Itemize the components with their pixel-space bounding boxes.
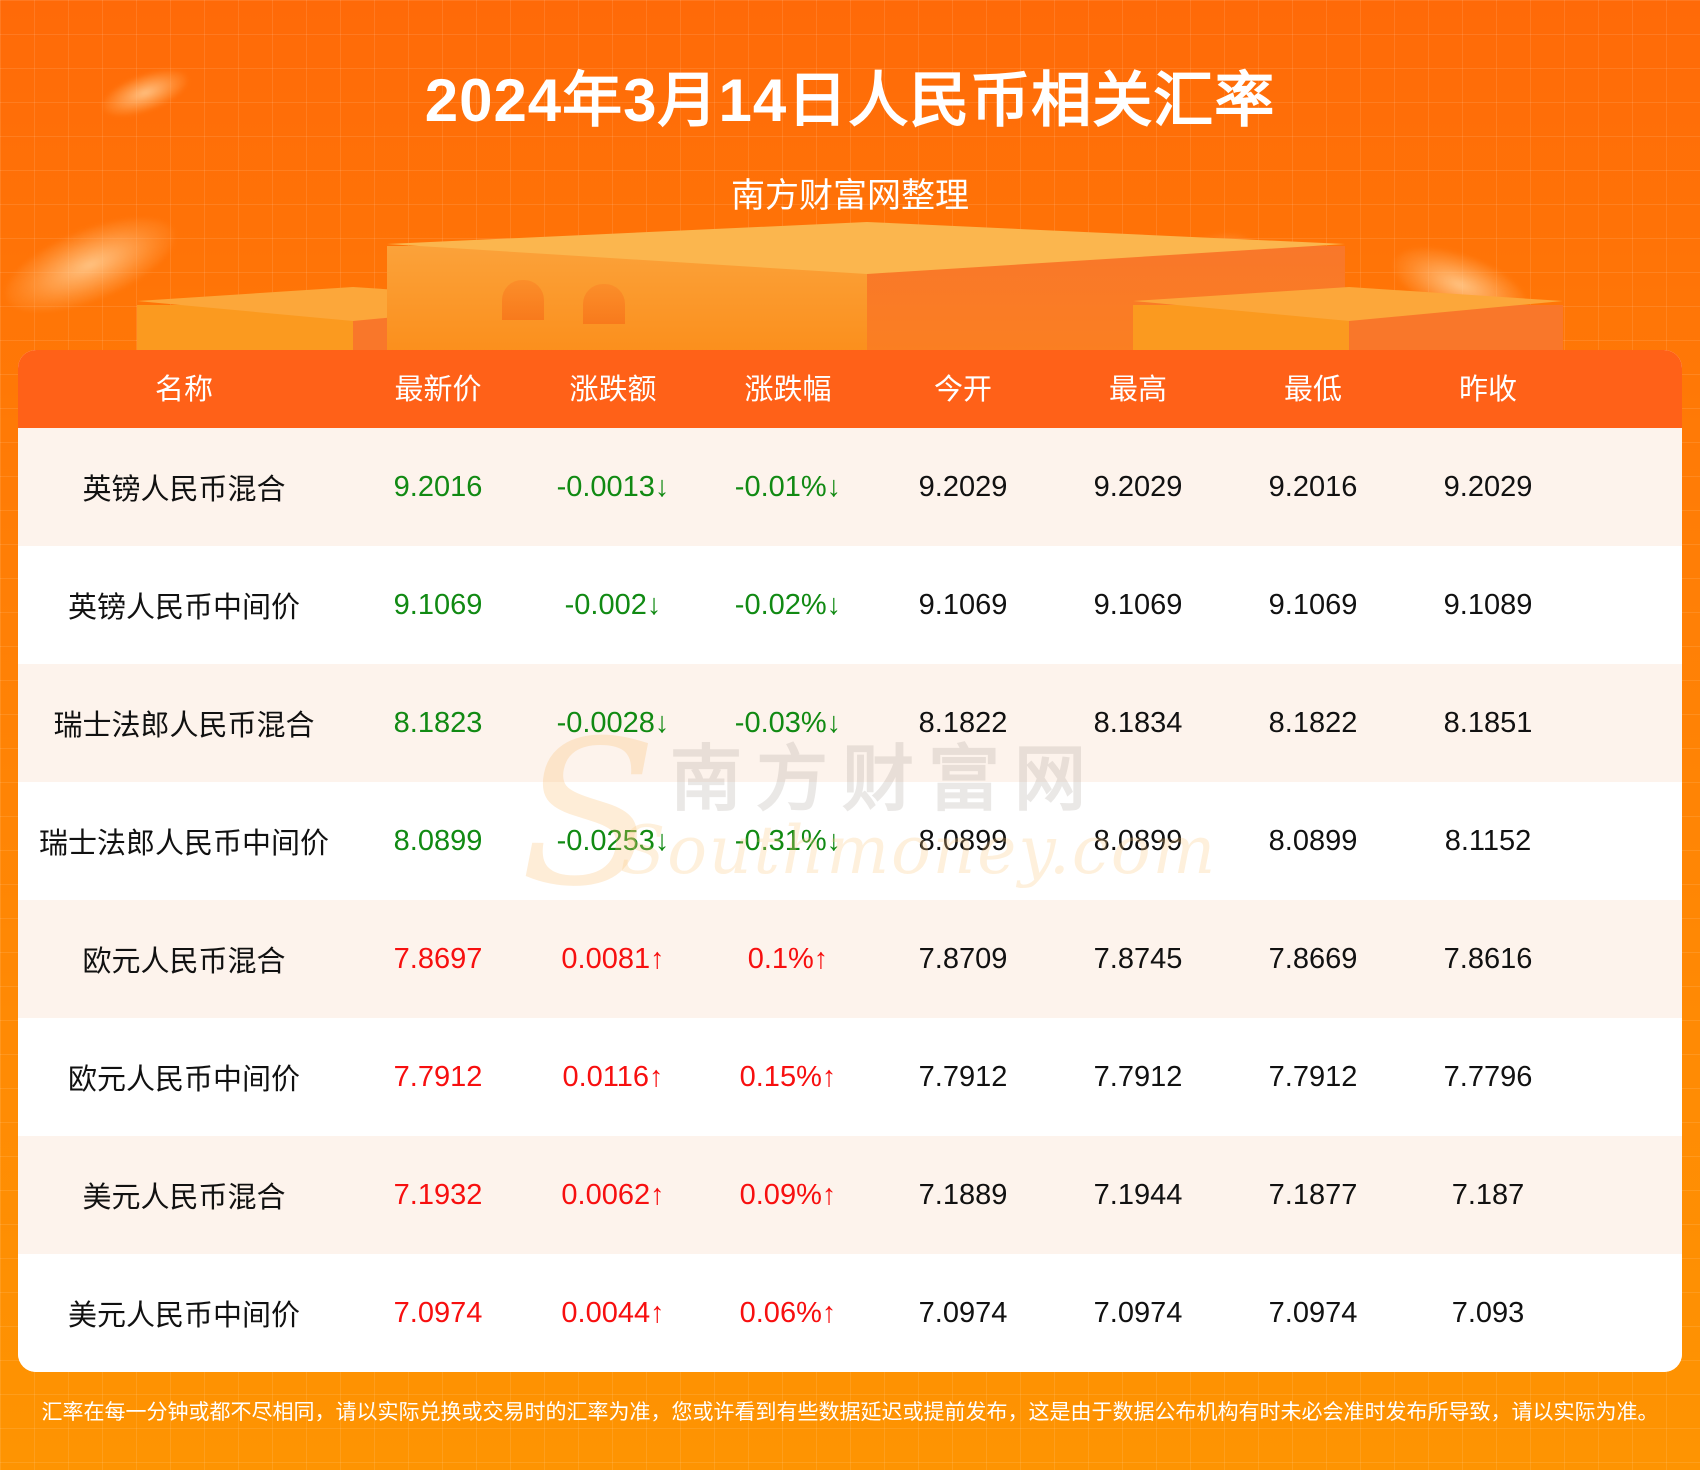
cell-change-pct: -0.03%↓ [734, 706, 842, 739]
cell-latest: 9.2016 [393, 470, 483, 503]
cell-open: 7.7912 [918, 1060, 1008, 1093]
table-row: 欧元人民币混合 7.8697 0.0081↑ 0.1%↑ 7.8709 7.8745 7.8… [18, 900, 1682, 1018]
cell-change: 0.0081↑ [561, 942, 665, 975]
exchange-rate-table: 名称 最新价 涨跌额 涨跌幅 今开 最高 最低 昨收 英镑人民币混合 9.2016… [18, 350, 1682, 1372]
cell-change: 0.0044↑ [561, 1296, 665, 1329]
column-header-change: 涨跌额 [569, 372, 657, 406]
cell-change: -0.002↓ [564, 588, 662, 621]
cell-low: 7.1877 [1268, 1178, 1358, 1211]
cell-change-pct: -0.31%↓ [734, 824, 842, 857]
cell-high: 8.0899 [1093, 824, 1183, 857]
cell-high: 7.7912 [1093, 1060, 1183, 1093]
column-header-prev-close: 昨收 [1458, 372, 1517, 406]
cell-open: 7.1889 [918, 1178, 1008, 1211]
table-body: 英镑人民币混合 9.2016 -0.0013↓ -0.01%↓ 9.2029 9.2029… [18, 428, 1682, 1372]
cell-name: 瑞士法郎人民币混合 [53, 708, 315, 742]
cell-change: 0.0116↑ [562, 1060, 664, 1093]
cell-prev-close: 8.1851 [1443, 706, 1533, 739]
cell-low: 8.0899 [1268, 824, 1358, 857]
table-row: 欧元人民币中间价 7.7912 0.0116↑ 0.15%↑ 7.7912 7.7912 7… [18, 1018, 1682, 1136]
cell-open: 9.1069 [918, 588, 1008, 621]
cell-low: 9.1069 [1268, 588, 1358, 621]
cell-name: 美元人民币混合 [82, 1180, 286, 1214]
page-title: 2024年3月14日人民币相关汇率 [424, 67, 1276, 134]
cell-change-pct: -0.02%↓ [734, 588, 842, 621]
table-row: 瑞士法郎人民币混合 8.1823 -0.0028↓ -0.03%↓ 8.1822 8.18… [18, 664, 1682, 782]
cell-prev-close: 8.1152 [1444, 824, 1532, 857]
cell-name: 欧元人民币中间价 [67, 1062, 300, 1096]
cell-name: 英镑人民币混合 [82, 472, 286, 506]
cell-prev-close: 7.7796 [1443, 1060, 1533, 1093]
cell-open: 7.8709 [918, 942, 1008, 975]
column-header-open: 今开 [933, 372, 992, 406]
cell-name: 瑞士法郎人民币中间价 [38, 826, 329, 860]
table-row: 美元人民币中间价 7.0974 0.0044↑ 0.06%↑ 7.0974 7.0974 7… [18, 1254, 1682, 1372]
column-header-name: 名称 [154, 372, 213, 406]
cell-latest: 8.1823 [393, 706, 483, 739]
table-row: 英镑人民币中间价 9.1069 -0.002↓ -0.02%↓ 9.1069 9.1069… [18, 546, 1682, 664]
cell-change: 0.0062↑ [561, 1178, 665, 1211]
page-subtitle: 南方财富网整理 [731, 176, 969, 216]
footer-disclaimer: 汇率在每一分钟或都不尽相同，请以实际兑换或交易时的汇率为准，您或许看到有些数据延… [41, 1400, 1659, 1424]
column-header-latest: 最新价 [394, 372, 482, 406]
cell-latest: 8.0899 [393, 824, 483, 857]
cell-low: 8.1822 [1268, 706, 1358, 739]
cell-low: 7.7912 [1268, 1060, 1358, 1093]
cell-name: 美元人民币中间价 [67, 1298, 300, 1332]
table-row: 瑞士法郎人民币中间价 8.0899 -0.0253↓ -0.31%↓ 8.0899 8.0… [18, 782, 1682, 900]
cell-latest: 7.7912 [393, 1060, 483, 1093]
cell-open: 7.0974 [918, 1296, 1008, 1329]
cell-latest: 7.0974 [393, 1296, 483, 1329]
cell-low: 7.0974 [1268, 1296, 1358, 1329]
table-header: 名称 最新价 涨跌额 涨跌幅 今开 最高 最低 昨收 [18, 350, 1682, 428]
cell-prev-close: 9.1089 [1443, 588, 1533, 621]
cell-high: 9.1069 [1093, 588, 1183, 621]
cell-prev-close: 7.8616 [1443, 942, 1533, 975]
cell-change-pct: 0.06%↑ [739, 1296, 837, 1329]
cell-open: 8.0899 [918, 824, 1008, 857]
cell-change: -0.0253↓ [556, 824, 670, 857]
column-header-change-pct: 涨跌幅 [744, 372, 832, 406]
cell-high: 7.8745 [1093, 942, 1183, 975]
table-row: 英镑人民币混合 9.2016 -0.0013↓ -0.01%↓ 9.2029 9.2029… [18, 428, 1682, 546]
cell-low: 7.8669 [1268, 942, 1358, 975]
cell-open: 9.2029 [918, 470, 1008, 503]
cell-high: 7.0974 [1093, 1296, 1183, 1329]
cell-high: 7.1944 [1093, 1178, 1183, 1211]
cell-low: 9.2016 [1268, 470, 1358, 503]
cell-change-pct: -0.01%↓ [734, 470, 842, 503]
cell-latest: 9.1069 [393, 588, 483, 621]
cell-high: 9.2029 [1093, 470, 1183, 503]
decorative-podium-right [1133, 287, 1563, 352]
cell-change-pct: 0.09%↑ [739, 1178, 837, 1211]
cell-prev-close: 9.2029 [1443, 470, 1533, 503]
cell-prev-close: 7.187 [1451, 1178, 1525, 1211]
column-header-high: 最高 [1108, 372, 1167, 406]
cell-open: 8.1822 [918, 706, 1008, 739]
table-row: 美元人民币混合 7.1932 0.0062↑ 0.09%↑ 7.1889 7.1944 7.… [18, 1136, 1682, 1254]
cell-prev-close: 7.093 [1451, 1296, 1525, 1329]
cell-latest: 7.1932 [393, 1178, 483, 1211]
cell-change: -0.0028↓ [556, 706, 670, 739]
cell-name: 英镑人民币中间价 [67, 590, 300, 624]
cell-latest: 7.8697 [393, 942, 483, 975]
cell-high: 8.1834 [1093, 706, 1183, 739]
column-header-low: 最低 [1283, 372, 1342, 406]
cell-change-pct: 0.15%↑ [739, 1060, 837, 1093]
cell-change-pct: 0.1%↑ [747, 942, 829, 975]
cell-name: 欧元人民币混合 [82, 944, 286, 978]
cell-change: -0.0013↓ [556, 470, 670, 503]
